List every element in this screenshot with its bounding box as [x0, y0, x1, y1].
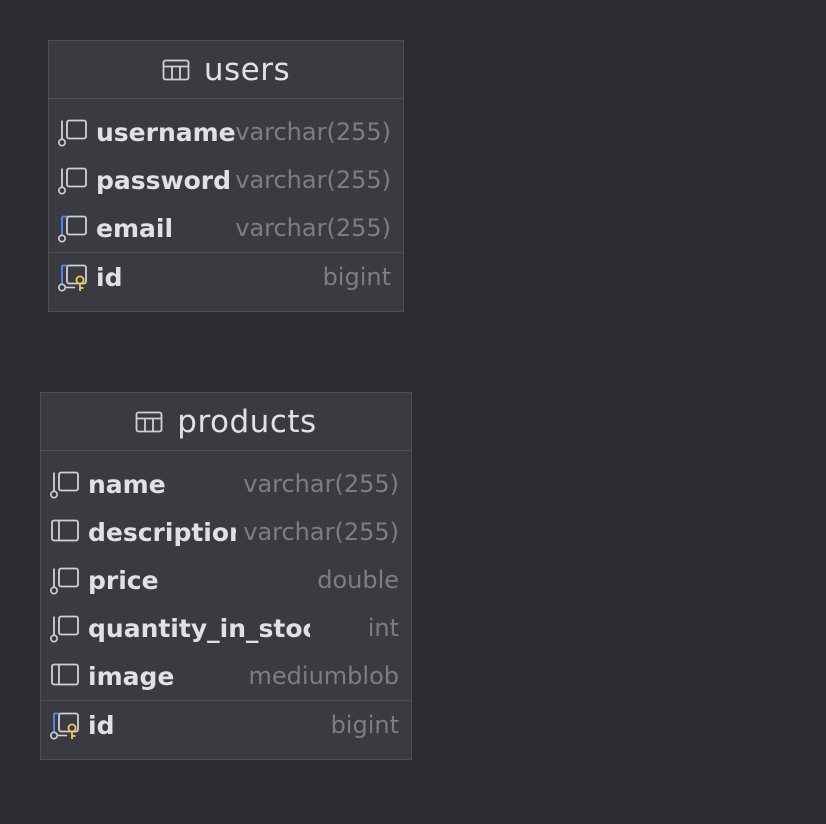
column-name: quantity_in_stock — [88, 613, 310, 643]
column-name: image — [88, 661, 175, 691]
column-not-null-icon — [57, 167, 87, 195]
column-name: email — [96, 213, 174, 243]
column-row[interactable]: username varchar(255) — [49, 108, 403, 156]
column-indexed-icon — [57, 215, 87, 243]
column-type: bigint — [330, 711, 399, 739]
column-type: varchar(255) — [235, 214, 391, 242]
column-type: int — [367, 614, 399, 642]
column-type: varchar(255) — [243, 518, 399, 546]
table-icon — [135, 411, 163, 432]
primary-key-icon — [49, 712, 79, 740]
column-type: double — [317, 566, 399, 594]
column-name: description — [88, 517, 236, 547]
column-not-null-icon — [49, 615, 79, 643]
column-name: password — [96, 165, 232, 195]
column-row[interactable]: quantity_in_stock int — [41, 604, 411, 652]
table-users[interactable]: users username varchar(255) password var… — [48, 40, 404, 312]
primary-key-row[interactable]: id bigint — [41, 700, 411, 749]
column-type: varchar(255) — [235, 118, 391, 146]
column-row[interactable]: name varchar(255) — [41, 460, 411, 508]
column-type: varchar(255) — [235, 166, 391, 194]
column-name: name — [88, 469, 166, 499]
column-name: id — [96, 262, 123, 292]
column-not-null-icon — [49, 567, 79, 595]
table-title: products — [177, 403, 317, 440]
column-type: varchar(255) — [243, 470, 399, 498]
column-row[interactable]: email varchar(255) — [49, 204, 403, 252]
column-nullable-icon — [51, 519, 79, 542]
column-row[interactable]: image mediumblob — [41, 652, 411, 700]
column-row[interactable]: description varchar(255) — [41, 508, 411, 556]
column-type: mediumblob — [248, 662, 399, 690]
column-not-null-icon — [49, 471, 79, 499]
column-name: price — [88, 565, 159, 595]
table-header[interactable]: products — [41, 393, 411, 451]
table-icon — [162, 59, 190, 80]
table-header[interactable]: users — [49, 41, 403, 99]
column-name: username — [96, 117, 236, 147]
column-type: bigint — [322, 263, 391, 291]
column-row[interactable]: password varchar(255) — [49, 156, 403, 204]
primary-key-icon — [57, 264, 87, 292]
table-title: users — [203, 51, 291, 88]
column-not-null-icon — [57, 119, 87, 147]
primary-key-row[interactable]: id bigint — [49, 252, 403, 301]
column-name: id — [88, 710, 115, 740]
table-products[interactable]: products name varchar(255) description v… — [40, 392, 412, 760]
column-row[interactable]: price double — [41, 556, 411, 604]
column-nullable-icon — [51, 663, 79, 686]
